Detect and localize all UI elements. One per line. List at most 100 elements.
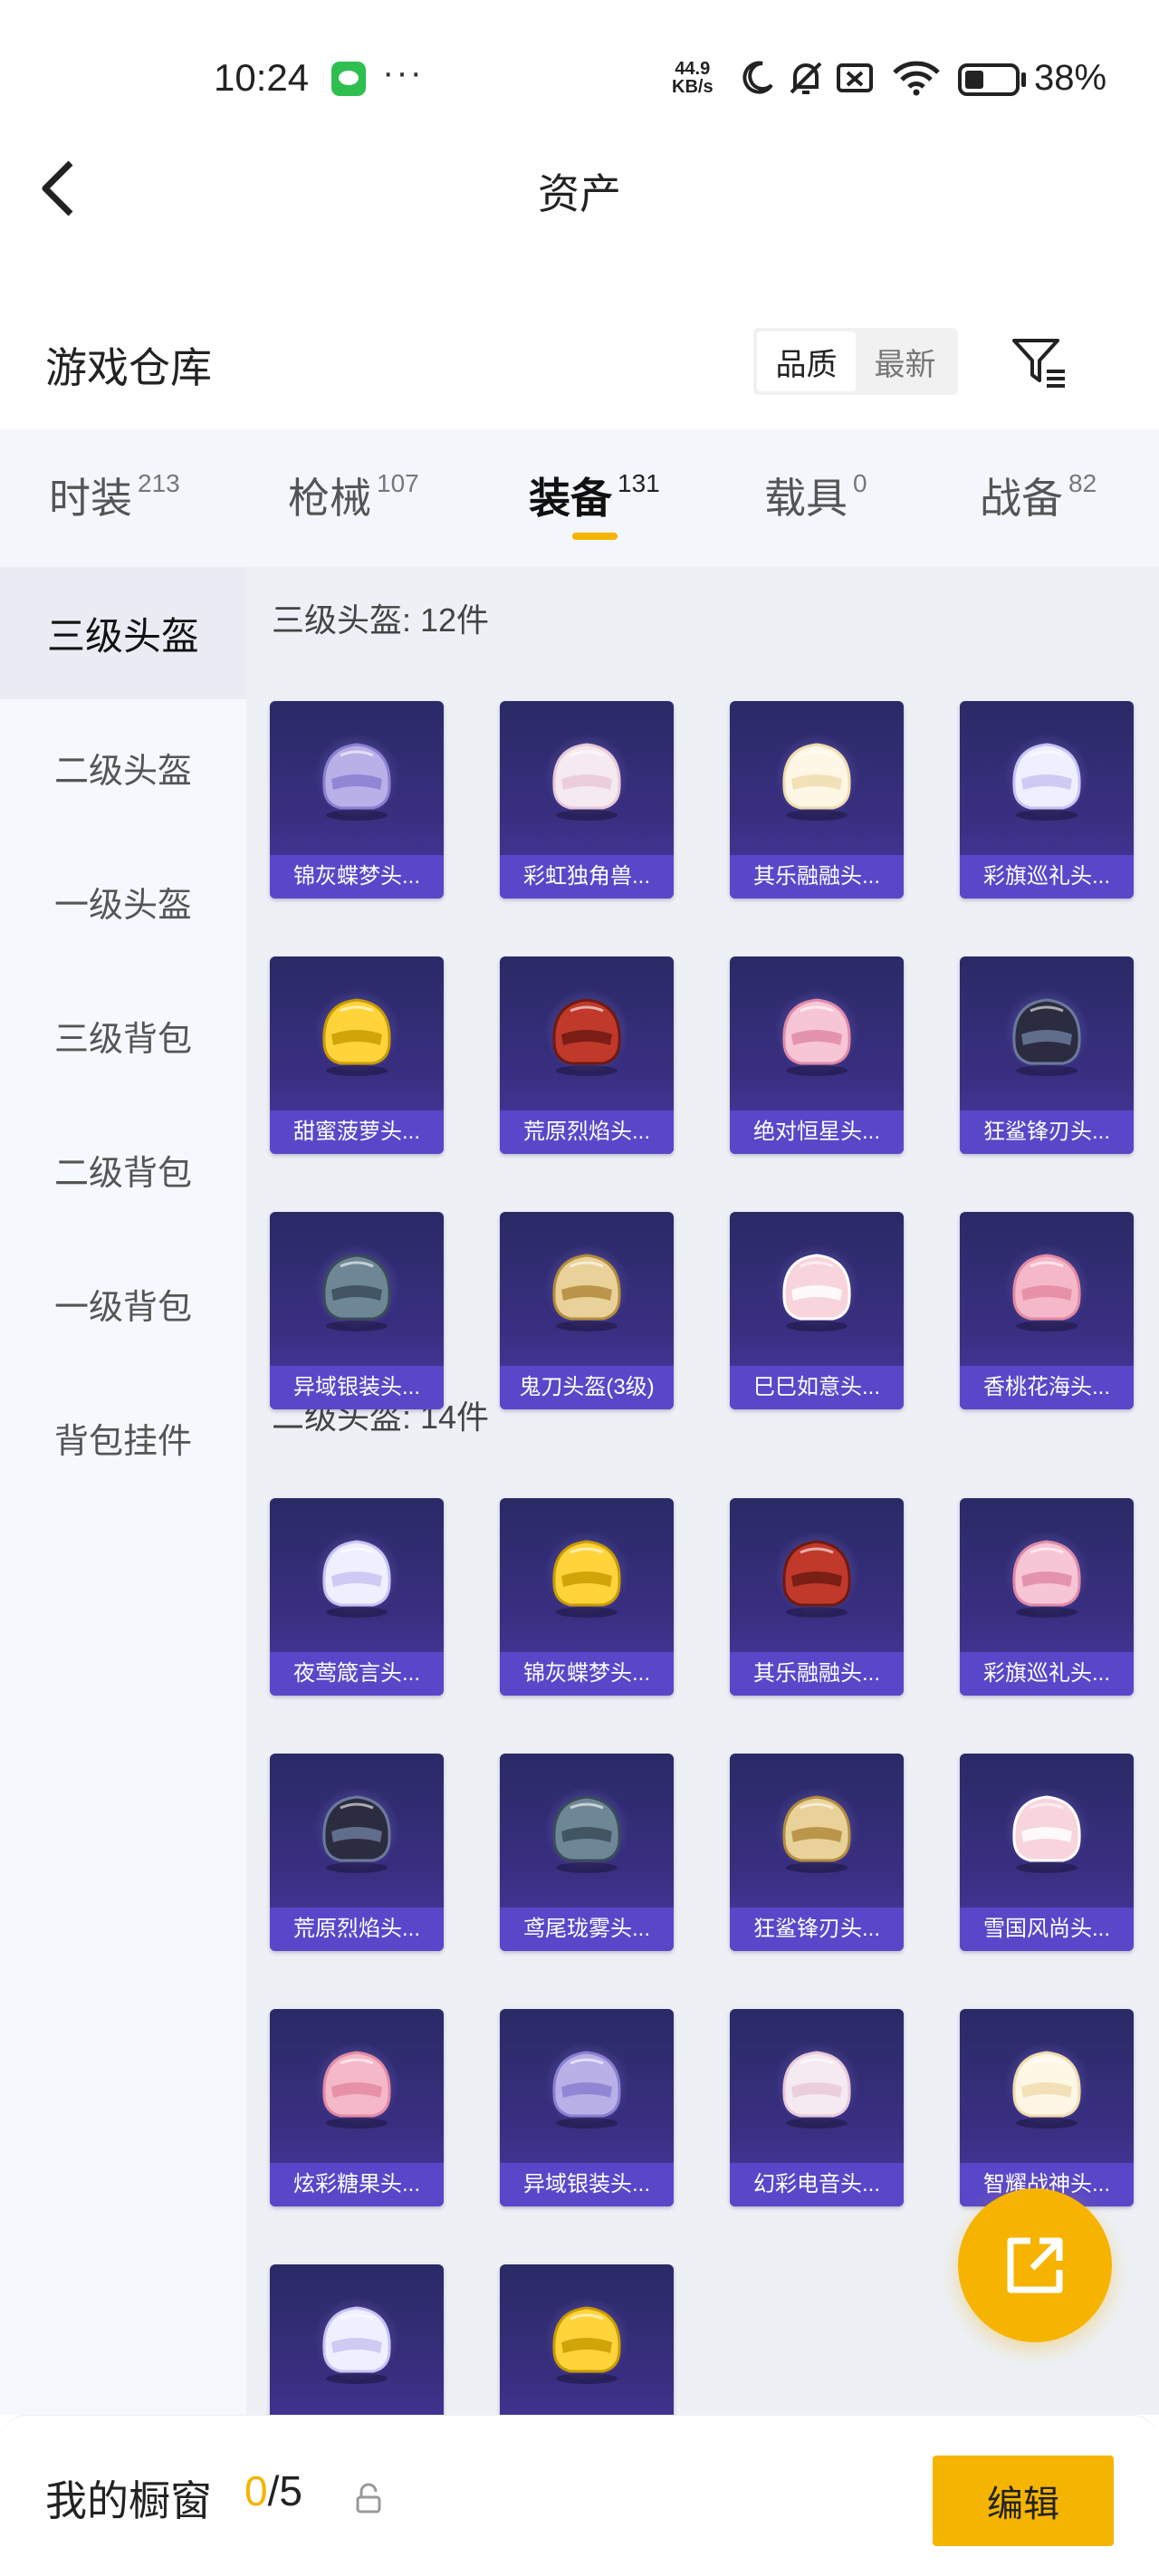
helmet-icon bbox=[1012, 1254, 1081, 1331]
helmet-icon bbox=[782, 1540, 851, 1618]
item-card[interactable]: 锦灰蝶梦头... bbox=[270, 701, 444, 899]
edit-button[interactable]: 编辑 bbox=[933, 2456, 1114, 2546]
item-card-label: 异域银装头... bbox=[500, 2163, 674, 2206]
helmet-icon bbox=[782, 743, 851, 821]
helmet-icon bbox=[1012, 743, 1081, 821]
helmet-icon bbox=[552, 2051, 621, 2129]
showcase-separator: / bbox=[267, 2467, 280, 2514]
active-tab-indicator bbox=[572, 533, 618, 540]
sidebar-item-level3-helmet[interactable]: 三级头盔 bbox=[0, 567, 246, 699]
item-card-label: 巳巳如意头... bbox=[730, 1366, 904, 1409]
tab-vehicles[interactable]: 载具 0 bbox=[764, 466, 867, 538]
showcase-bar: 我的橱窗 0/5 编辑 bbox=[0, 2415, 1159, 2576]
item-card[interactable]: 炫彩糖果头... bbox=[270, 2009, 444, 2206]
helmet-icon bbox=[552, 1795, 621, 1873]
sidebar-item-level2-helmet[interactable]: 二级头盔 bbox=[0, 701, 246, 833]
item-card[interactable]: 甜蜜菠萝头... bbox=[270, 956, 444, 1154]
item-card[interactable]: 彩旗巡礼头... bbox=[960, 1498, 1134, 1696]
tab-firearms[interactable]: 枪械 107 bbox=[288, 466, 419, 538]
network-speed-value: 44.9 bbox=[675, 59, 711, 79]
bell-off-icon bbox=[790, 62, 822, 94]
item-card-label: 其乐融融头... bbox=[730, 855, 904, 899]
sidebar-item-level1-backpack[interactable]: 一级背包 bbox=[0, 1237, 246, 1370]
tab-fashion[interactable]: 时装 213 bbox=[49, 466, 180, 538]
item-card[interactable]: 锦灰蝶梦头... bbox=[500, 1498, 674, 1696]
helmet-icon bbox=[322, 2306, 391, 2384]
item-card[interactable]: 其乐融融头... bbox=[730, 1498, 904, 1696]
tab-combat-gear[interactable]: 战备 82 bbox=[980, 466, 1097, 538]
wifi-icon bbox=[893, 61, 940, 96]
filter-icon[interactable] bbox=[1011, 333, 1068, 391]
more-dots-icon: ··· bbox=[382, 53, 424, 92]
helmet-icon bbox=[1012, 1540, 1081, 1618]
item-card[interactable]: 彩虹独角兽... bbox=[500, 701, 674, 899]
helmet-icon bbox=[552, 743, 621, 821]
item-card-label: 夜莺箴言头... bbox=[270, 1652, 444, 1696]
helmet-icon bbox=[1012, 2051, 1081, 2129]
item-card[interactable]: 幻彩电音头... bbox=[730, 2009, 904, 2206]
item-card[interactable]: 绝对恒星头... bbox=[730, 956, 904, 1154]
helmet-icon bbox=[782, 2051, 851, 2129]
item-card-label: 锦灰蝶梦头... bbox=[500, 1652, 674, 1696]
helmet-icon bbox=[782, 1795, 851, 1873]
item-card-label: 炫彩糖果头... bbox=[270, 2163, 444, 2206]
tab-count: 107 bbox=[377, 469, 419, 497]
sort-toggle: 品质 最新 bbox=[753, 328, 958, 395]
tab-count: 213 bbox=[138, 469, 180, 497]
item-card[interactable]: 狂鲨锋刃头... bbox=[960, 956, 1134, 1154]
helmet-icon bbox=[322, 1540, 391, 1618]
sidebar-item-level3-backpack[interactable]: 三级背包 bbox=[0, 969, 246, 1101]
item-card[interactable]: 夜莺箴言头... bbox=[270, 1498, 444, 1696]
item-card[interactable]: 鬼刀头盔(3级) bbox=[500, 1212, 674, 1409]
sidebar-item-backpack-charm[interactable]: 背包挂件 bbox=[0, 1371, 246, 1504]
item-card-label: 锦灰蝶梦头... bbox=[270, 855, 444, 899]
sidebar-item-level2-backpack[interactable]: 二级背包 bbox=[0, 1103, 246, 1235]
helmet-icon bbox=[322, 998, 391, 1076]
showcase-max: 5 bbox=[279, 2467, 302, 2514]
moon-icon bbox=[742, 61, 773, 94]
item-card[interactable]: 鸢尾珑雾头... bbox=[500, 1754, 674, 1951]
sidebar-item-level1-helmet[interactable]: 一级头盔 bbox=[0, 835, 246, 967]
share-button[interactable] bbox=[958, 2188, 1112, 2342]
battery-tip bbox=[1021, 72, 1026, 87]
helmet-icon bbox=[1012, 998, 1081, 1076]
helmet-icon bbox=[552, 1540, 621, 1618]
category-tabs: 时装 213 枪械 107 装备 131 载具 0 战备 82 bbox=[0, 429, 1159, 567]
helmet-icon bbox=[782, 998, 851, 1076]
battery-icon bbox=[958, 63, 1020, 96]
item-card[interactable]: 智耀战神头... bbox=[960, 2009, 1134, 2206]
tab-label: 时装 bbox=[49, 475, 132, 522]
item-card-label: 雪国风尚头... bbox=[960, 1908, 1134, 1951]
item-card-label: 彩旗巡礼头... bbox=[960, 1652, 1134, 1696]
sort-option-quality[interactable]: 品质 bbox=[757, 332, 856, 391]
item-card-label: 鬼刀头盔(3级) bbox=[500, 1366, 674, 1409]
status-time: 10:24 bbox=[214, 56, 310, 99]
page-title: 资产 bbox=[538, 170, 621, 217]
group-title-level3-helmet: 三级头盔: 12件 bbox=[272, 601, 490, 639]
tab-count: 131 bbox=[618, 469, 660, 497]
helmet-icon bbox=[552, 1254, 621, 1331]
helmet-icon bbox=[1012, 1795, 1081, 1873]
item-card[interactable]: 彩旗巡礼头... bbox=[960, 701, 1134, 899]
helmet-icon bbox=[322, 1254, 391, 1331]
item-card[interactable]: 巳巳如意头... bbox=[730, 1212, 904, 1409]
tab-equipment[interactable]: 装备 131 bbox=[529, 466, 660, 538]
item-card[interactable]: 雪国风尚头... bbox=[960, 1754, 1134, 1951]
item-card-label: 异域银装头... bbox=[270, 1366, 444, 1409]
item-card[interactable]: 荒原烈焰头... bbox=[500, 956, 674, 1154]
tab-count: 0 bbox=[853, 469, 867, 497]
sidebar: 三级头盔 二级头盔 一级头盔 三级背包 二级背包 一级背包 背包挂件 bbox=[0, 567, 246, 2415]
helmet-icon bbox=[322, 743, 391, 821]
item-card-label: 鸢尾珑雾头... bbox=[500, 1908, 674, 1951]
sim-off-icon bbox=[837, 63, 873, 92]
item-card[interactable]: 狂鲨锋刃头... bbox=[730, 1754, 904, 1951]
item-card[interactable]: 异域银装头... bbox=[270, 1212, 444, 1409]
item-card-label: 香桃花海头... bbox=[960, 1366, 1134, 1409]
sort-option-newest[interactable]: 最新 bbox=[856, 332, 954, 391]
item-card[interactable]: 荒原烈焰头... bbox=[270, 1754, 444, 1951]
tab-count: 82 bbox=[1068, 469, 1097, 497]
item-card[interactable]: 香桃花海头... bbox=[960, 1212, 1134, 1409]
item-card[interactable]: 其乐融融头... bbox=[730, 701, 904, 899]
item-card-label: 绝对恒星头... bbox=[730, 1110, 904, 1154]
item-card[interactable]: 异域银装头... bbox=[500, 2009, 674, 2206]
